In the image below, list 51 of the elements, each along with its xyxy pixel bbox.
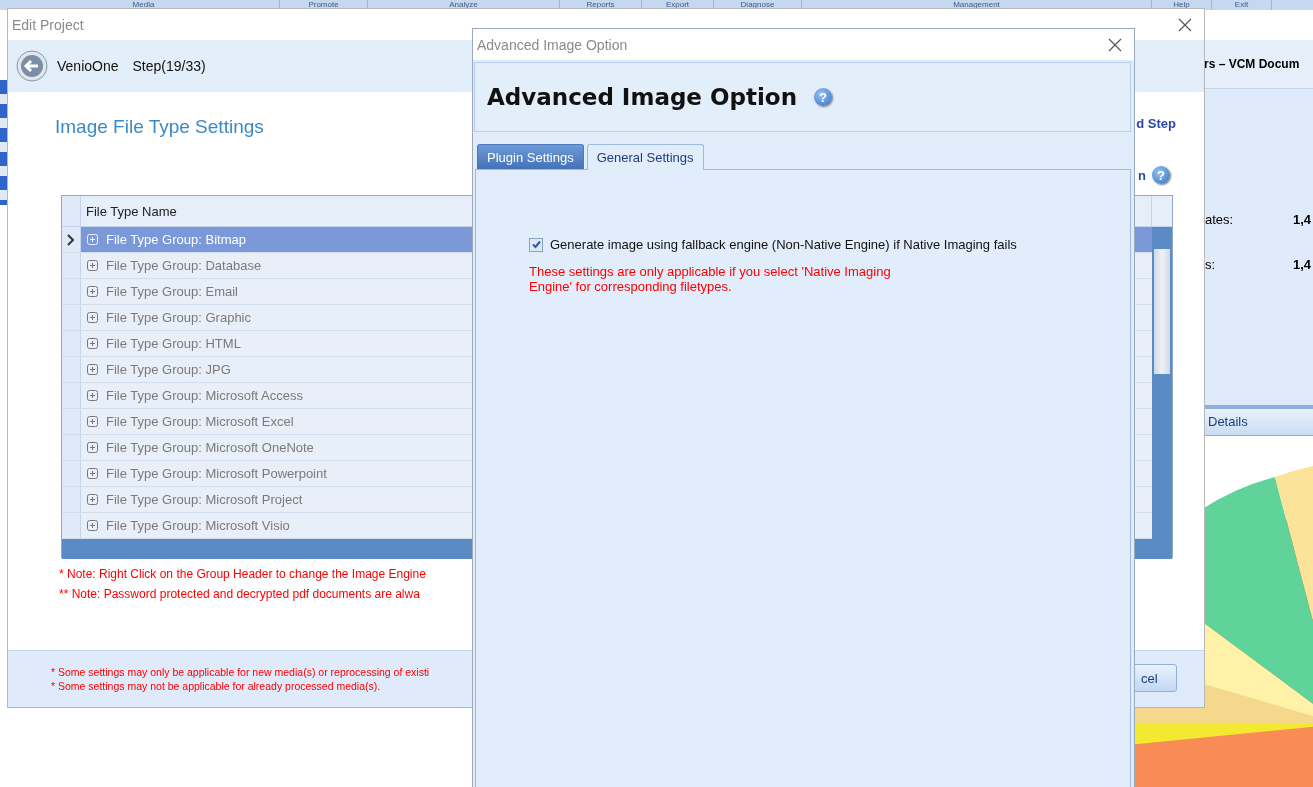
checkbox[interactable]: [529, 237, 543, 252]
close-icon[interactable]: [1108, 37, 1122, 52]
vertical-scrollbar[interactable]: [1152, 227, 1172, 539]
expand-icon[interactable]: [87, 494, 98, 505]
back-icon[interactable]: [16, 50, 48, 82]
app-name: VenioOne: [57, 58, 119, 74]
expand-icon[interactable]: [87, 338, 98, 349]
section-title: Image File Type Settings: [55, 116, 264, 138]
row-header-cell[interactable]: [62, 331, 81, 356]
next-step-link[interactable]: d Step: [1136, 116, 1176, 131]
checkbox-label[interactable]: Generate image using fallback engine (Non-Native Engine) if Native Imaging fails: [550, 237, 1017, 252]
tab[interactable]: General Settings: [586, 144, 704, 170]
expand-icon[interactable]: [87, 520, 98, 531]
row-header-cell[interactable]: [62, 435, 81, 460]
expand-icon[interactable]: [87, 468, 98, 479]
expand-icon[interactable]: [87, 390, 98, 401]
window-title: Edit Project: [12, 16, 84, 33]
footer-note: * Some settings may not be applicable for already processed media(s).: [51, 680, 382, 692]
row-pointer-icon: [66, 233, 76, 246]
panel-title: rs – VCM Docum: [1204, 57, 1300, 71]
expand-icon[interactable]: [87, 416, 98, 427]
row-header-cell[interactable]: [62, 461, 81, 486]
footer-note: * Some settings may only be applicable for new media(s) or reprocessing of existi: [51, 666, 430, 678]
row-header-cell[interactable]: [62, 357, 81, 382]
expand-icon[interactable]: [87, 312, 98, 323]
expand-icon[interactable]: [87, 364, 98, 375]
stat-label: s:: [1205, 257, 1217, 272]
row-header-cell[interactable]: [62, 305, 81, 330]
stat-label: ates:: [1205, 212, 1235, 227]
row-header-cell[interactable]: [62, 279, 81, 304]
step-counter: Step(19/33): [132, 58, 206, 74]
note-text: ** Note: Password protected and decrypted pdf documents are alwa: [59, 587, 421, 601]
row-header-cell[interactable]: [62, 227, 81, 252]
note-text: * Note: Right Click on the Group Header to change the Image Engine: [59, 567, 427, 581]
row-header-cell[interactable]: [62, 409, 81, 434]
tab[interactable]: Plugin Settings: [477, 144, 584, 169]
stat-value: 1,4: [1293, 212, 1312, 227]
expand-icon[interactable]: [87, 442, 98, 453]
row-header-cell[interactable]: [62, 487, 81, 512]
expand-icon[interactable]: [87, 260, 98, 271]
row-header-cell[interactable]: [62, 253, 81, 278]
option-link[interactable]: n: [1138, 167, 1146, 183]
stat-value: 1,4: [1293, 257, 1312, 272]
ribbon-group[interactable]: Exit: [1212, 0, 1272, 10]
row-header-cell[interactable]: [62, 513, 81, 538]
expand-icon[interactable]: [87, 286, 98, 297]
dialog-title: Advanced Image Option: [477, 36, 628, 53]
close-icon[interactable]: [1178, 17, 1192, 32]
info-text: These settings are only applicable if you select 'Native Imaging Engine' for corresponding filetypes.: [529, 264, 892, 294]
dialog-heading: Advanced Image Option: [487, 84, 798, 110]
row-header-cell[interactable]: [62, 383, 81, 408]
